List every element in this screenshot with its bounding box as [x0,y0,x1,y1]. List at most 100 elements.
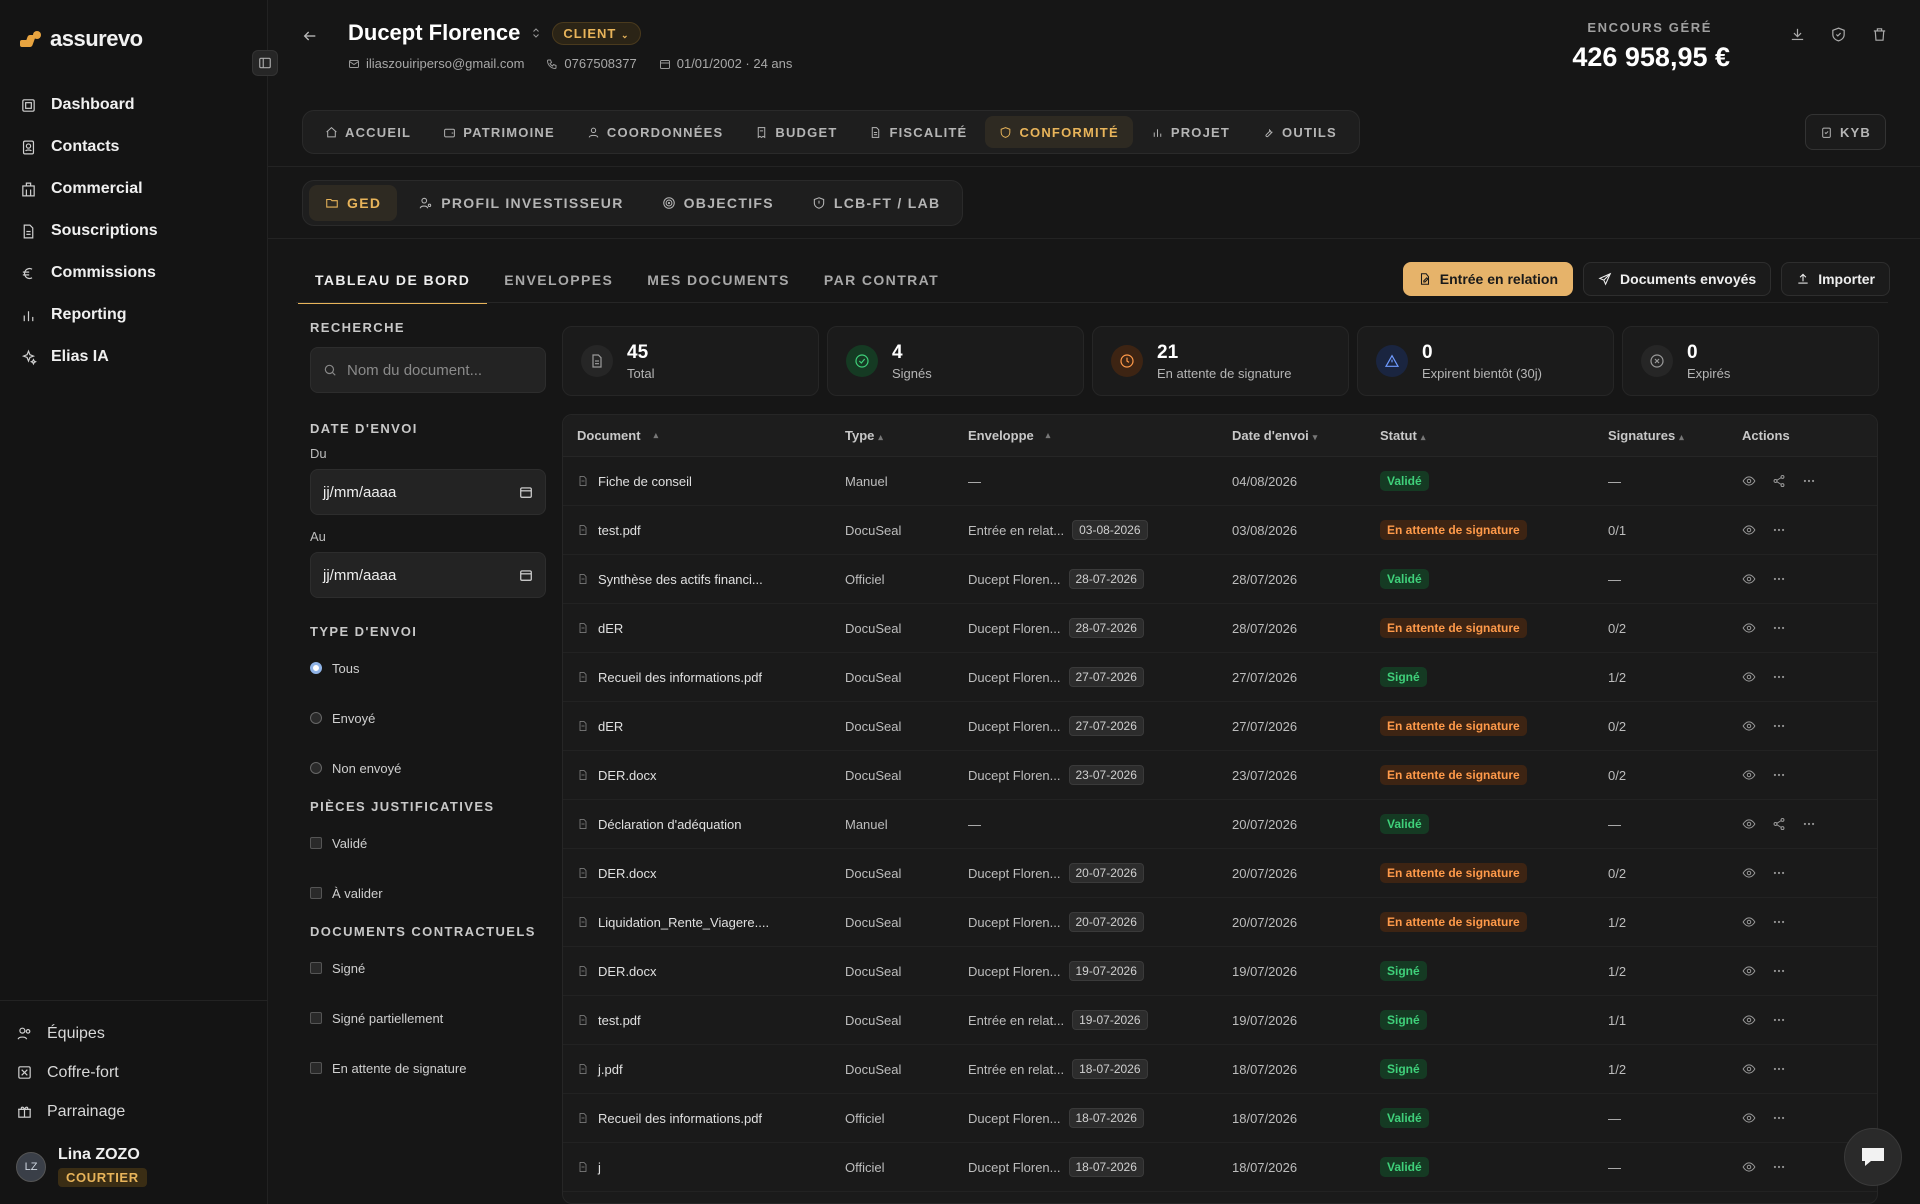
document-name[interactable]: Recueil des informations.pdf [598,1111,762,1126]
document-name[interactable]: DER.docx [598,964,657,979]
trash-icon[interactable] [1871,26,1888,43]
eye-icon[interactable] [1742,1111,1756,1125]
column-header[interactable]: Date d'envoi ▾ [1232,428,1380,443]
eye-icon[interactable] [1742,474,1756,488]
sidebar-item-souscriptions[interactable]: Souscriptions [20,210,250,252]
tab-4[interactable]: FISCALITÉ [855,116,981,148]
document-name[interactable]: dER [598,719,623,734]
table-row[interactable]: j Officiel Ducept Floren... 18-07-2026 18… [563,1143,1877,1192]
more-horizontal-icon[interactable] [1772,915,1786,929]
ged-tab-0[interactable]: TABLEAU DE BORD [298,262,488,304]
tab-1[interactable]: PATRIMOINE [429,116,569,148]
stat-card[interactable]: 45 Total [562,326,819,396]
envelope-name[interactable]: Ducept Floren... [968,572,1061,587]
document-name[interactable]: Synthèse des actifs financi... [598,572,763,587]
client-type-badge[interactable]: CLIENT ⌄ [552,21,641,45]
date-to-input[interactable]: jj/mm/aaaa [310,552,546,598]
eye-icon[interactable] [1742,817,1756,831]
shield-check-icon[interactable] [1830,26,1847,43]
envelope-name[interactable]: Entrée en relat... [968,523,1064,538]
envelope-name[interactable]: Entrée en relat... [968,1013,1064,1028]
document-name[interactable]: Recueil des informations.pdf [598,670,762,685]
checkbox-option[interactable]: Validé [310,818,546,868]
envelope-name[interactable]: — [968,817,981,832]
table-row[interactable]: Synthèse des actifs financi... Officiel … [563,555,1877,604]
tab-5[interactable]: CONFORMITÉ [985,116,1133,148]
ged-tab-1[interactable]: ENVELOPPES [487,262,630,304]
eye-icon[interactable] [1742,719,1756,733]
eye-icon[interactable] [1742,523,1756,537]
table-row[interactable]: dER DocuSeal Ducept Floren... 28-07-2026 … [563,604,1877,653]
table-row[interactable]: Liquidation_Rente_Viagere.... DocuSeal D… [563,898,1877,947]
tab-7[interactable]: OUTILS [1248,116,1351,148]
envelope-name[interactable]: Ducept Floren... [968,915,1061,930]
eye-icon[interactable] [1742,964,1756,978]
calendar-icon[interactable] [519,485,533,499]
sidebar-item-commercial[interactable]: Commercial [20,168,250,210]
checkbox-option[interactable]: Signé partiellement [310,993,546,1043]
checkbox[interactable] [310,1012,322,1024]
checkbox-option[interactable]: À valider [310,868,546,918]
envelope-name[interactable]: Ducept Floren... [968,866,1061,881]
eye-icon[interactable] [1742,572,1756,586]
checkbox[interactable] [310,962,322,974]
sidebar-item-contacts[interactable]: Contacts [20,126,250,168]
importer-button[interactable]: Importer [1781,262,1890,296]
table-row[interactable]: test.pdf DocuSeal Entrée en relat... 19-0… [563,996,1877,1045]
envelope-name[interactable]: — [968,474,981,489]
table-row[interactable]: Recueil des informations.pdf Officiel Du… [563,1094,1877,1143]
sidebar-item-elias-ia[interactable]: Elias IA [20,336,250,378]
radio-button[interactable] [310,712,322,724]
eye-icon[interactable] [1742,1160,1756,1174]
more-horizontal-icon[interactable] [1772,1013,1786,1027]
radio-button[interactable] [310,762,322,774]
table-row[interactable]: Recueil des informations.pdf DocuSeal Du… [563,653,1877,702]
stat-card[interactable]: 4 Signés [827,326,1084,396]
sidebar-item-1[interactable]: Coffre-fort [16,1053,246,1092]
eye-icon[interactable] [1742,621,1756,635]
tab-3[interactable]: BUDGET [741,116,851,148]
ged-tab-3[interactable]: PAR CONTRAT [807,262,956,304]
sidebar-item-0[interactable]: Équipes [16,1014,246,1053]
document-name[interactable]: j.pdf [598,1062,623,1077]
more-horizontal-icon[interactable] [1772,964,1786,978]
ged-tab-2[interactable]: MES DOCUMENTS [630,262,807,304]
more-horizontal-icon[interactable] [1772,1062,1786,1076]
document-name[interactable]: test.pdf [598,523,641,538]
checkbox[interactable] [310,1062,322,1074]
document-name[interactable]: Liquidation_Rente_Viagere.... [598,915,769,930]
chevrons-up-down-icon[interactable] [530,26,542,40]
more-horizontal-icon[interactable] [1772,1111,1786,1125]
eye-icon[interactable] [1742,1013,1756,1027]
brand-logo[interactable]: assurevo [20,26,143,52]
table-row[interactable]: dER DocuSeal Ducept Floren... 27-07-2026 … [563,702,1877,751]
more-horizontal-icon[interactable] [1772,670,1786,684]
more-horizontal-icon[interactable] [1802,817,1816,831]
table-row[interactable]: Fiche de conseil Manuel — 04/08/2026 Val… [563,457,1877,506]
column-header[interactable]: Document ▴ [563,428,845,443]
envelope-name[interactable]: Ducept Floren... [968,964,1061,979]
stat-card[interactable]: 0 Expirent bientôt (30j) [1357,326,1614,396]
table-row[interactable]: DER.docx DocuSeal Ducept Floren... 23-07-… [563,751,1877,800]
subtab-3[interactable]: LCB-FT / LAB [796,185,957,221]
sidebar-item-reporting[interactable]: Reporting [20,294,250,336]
back-button[interactable] [302,28,318,49]
more-horizontal-icon[interactable] [1772,1160,1786,1174]
checkbox[interactable] [310,887,322,899]
subtab-2[interactable]: OBJECTIFS [646,185,790,221]
document-name[interactable]: Fiche de conseil [598,474,692,489]
stat-card[interactable]: 21 En attente de signature [1092,326,1349,396]
checkbox-option[interactable]: En attente de signature [310,1043,546,1093]
more-horizontal-icon[interactable] [1772,523,1786,537]
envelope-name[interactable]: Ducept Floren... [968,621,1061,636]
radio-option[interactable]: Tous [310,643,546,693]
document-name[interactable]: DER.docx [598,768,657,783]
table-row[interactable]: j.pdf DocuSeal Entrée en relat... 18-07-2… [563,1045,1877,1094]
sidebar-item-2[interactable]: Parrainage [16,1092,246,1131]
table-row[interactable]: Déclaration d'adéquation Manuel — 20/07/… [563,800,1877,849]
date-from-input[interactable]: jj/mm/aaaa [310,469,546,515]
more-horizontal-icon[interactable] [1772,572,1786,586]
documents-envoyes-button[interactable]: Documents envoyés [1583,262,1772,296]
document-name[interactable]: test.pdf [598,1013,641,1028]
eye-icon[interactable] [1742,866,1756,880]
